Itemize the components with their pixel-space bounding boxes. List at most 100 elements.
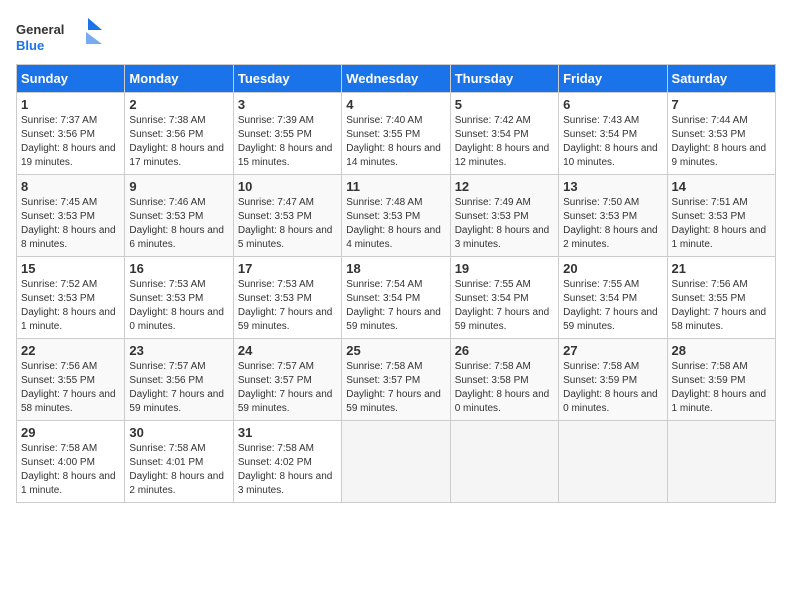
day-info: Sunrise: 7:58 AMSunset: 4:02 PMDaylight:…: [238, 442, 337, 498]
day-info: Sunrise: 7:57 AMSunset: 3:56 PMDaylight:…: [129, 360, 228, 416]
calendar-cell: 25 Sunrise: 7:58 AMSunset: 3:57 PMDayligh…: [342, 339, 450, 421]
svg-text:Blue: Blue: [16, 38, 44, 53]
day-info: Sunrise: 7:55 AMSunset: 3:54 PMDaylight:…: [563, 278, 662, 334]
day-number: 23: [129, 343, 228, 358]
day-number: 6: [563, 97, 662, 112]
day-number: 22: [21, 343, 120, 358]
day-header-sunday: Sunday: [17, 65, 125, 93]
day-number: 1: [21, 97, 120, 112]
day-info: Sunrise: 7:55 AMSunset: 3:54 PMDaylight:…: [455, 278, 554, 334]
day-info: Sunrise: 7:44 AMSunset: 3:53 PMDaylight:…: [672, 114, 771, 170]
day-info: Sunrise: 7:40 AMSunset: 3:55 PMDaylight:…: [346, 114, 445, 170]
calendar-cell: 28Sunrise: 7:58 AMSunset: 3:59 PMDayligh…: [667, 339, 775, 421]
day-info: Sunrise: 7:51 AMSunset: 3:53 PMDaylight:…: [672, 196, 771, 252]
calendar-week-row: 29Sunrise: 7:58 AMSunset: 4:00 PMDayligh…: [17, 421, 776, 503]
day-info: Sunrise: 7:53 AMSunset: 3:53 PMDaylight:…: [238, 278, 337, 334]
day-number: 3: [238, 97, 337, 112]
calendar-cell: 31 Sunrise: 7:58 AMSunset: 4:02 PMDayligh…: [233, 421, 341, 503]
day-info: Sunrise: 7:43 AMSunset: 3:54 PMDaylight:…: [563, 114, 662, 170]
calendar-cell: 5 Sunrise: 7:42 AMSunset: 3:54 PMDaylight…: [450, 93, 558, 175]
day-info: Sunrise: 7:49 AMSunset: 3:53 PMDaylight:…: [455, 196, 554, 252]
day-info: Sunrise: 7:58 AMSunset: 3:59 PMDaylight:…: [672, 360, 771, 416]
day-number: 25: [346, 343, 445, 358]
calendar-cell: 23 Sunrise: 7:57 AMSunset: 3:56 PMDayligh…: [125, 339, 233, 421]
day-info: Sunrise: 7:48 AMSunset: 3:53 PMDaylight:…: [346, 196, 445, 252]
day-info: Sunrise: 7:54 AMSunset: 3:54 PMDaylight:…: [346, 278, 445, 334]
calendar-cell: 3 Sunrise: 7:39 AMSunset: 3:55 PMDaylight…: [233, 93, 341, 175]
day-number: 30: [129, 425, 228, 440]
calendar-cell: 19 Sunrise: 7:55 AMSunset: 3:54 PMDayligh…: [450, 257, 558, 339]
calendar-week-row: 15 Sunrise: 7:52 AMSunset: 3:53 PMDayligh…: [17, 257, 776, 339]
calendar-cell: [342, 421, 450, 503]
day-number: 21: [672, 261, 771, 276]
day-number: 12: [455, 179, 554, 194]
calendar-cell: 12 Sunrise: 7:49 AMSunset: 3:53 PMDayligh…: [450, 175, 558, 257]
calendar-cell: 29Sunrise: 7:58 AMSunset: 4:00 PMDayligh…: [17, 421, 125, 503]
day-number: 14: [672, 179, 771, 194]
calendar-cell: [559, 421, 667, 503]
day-info: Sunrise: 7:52 AMSunset: 3:53 PMDaylight:…: [21, 278, 120, 334]
day-info: Sunrise: 7:53 AMSunset: 3:53 PMDaylight:…: [129, 278, 228, 334]
calendar-cell: 11 Sunrise: 7:48 AMSunset: 3:53 PMDayligh…: [342, 175, 450, 257]
day-number: 15: [21, 261, 120, 276]
day-number: 2: [129, 97, 228, 112]
calendar-cell: 14 Sunrise: 7:51 AMSunset: 3:53 PMDayligh…: [667, 175, 775, 257]
day-header-thursday: Thursday: [450, 65, 558, 93]
day-number: 29: [21, 425, 120, 440]
calendar-cell: 15 Sunrise: 7:52 AMSunset: 3:53 PMDayligh…: [17, 257, 125, 339]
calendar-cell: 9Sunrise: 7:46 AMSunset: 3:53 PMDaylight…: [125, 175, 233, 257]
day-info: Sunrise: 7:58 AMSunset: 3:58 PMDaylight:…: [455, 360, 554, 416]
day-number: 19: [455, 261, 554, 276]
calendar-week-row: 1 Sunrise: 7:37 AMSunset: 3:56 PMDaylight…: [17, 93, 776, 175]
day-number: 10: [238, 179, 337, 194]
calendar-week-row: 8Sunrise: 7:45 AMSunset: 3:53 PMDaylight…: [17, 175, 776, 257]
calendar-header-row: SundayMondayTuesdayWednesdayThursdayFrid…: [17, 65, 776, 93]
calendar-cell: [667, 421, 775, 503]
day-info: Sunrise: 7:39 AMSunset: 3:55 PMDaylight:…: [238, 114, 337, 170]
calendar-cell: 20Sunrise: 7:55 AMSunset: 3:54 PMDayligh…: [559, 257, 667, 339]
day-header-tuesday: Tuesday: [233, 65, 341, 93]
day-info: Sunrise: 7:45 AMSunset: 3:53 PMDaylight:…: [21, 196, 120, 252]
calendar-cell: 2 Sunrise: 7:38 AMSunset: 3:56 PMDaylight…: [125, 93, 233, 175]
calendar-cell: 1 Sunrise: 7:37 AMSunset: 3:56 PMDaylight…: [17, 93, 125, 175]
day-number: 18: [346, 261, 445, 276]
logo: General Blue: [16, 16, 106, 56]
day-info: Sunrise: 7:46 AMSunset: 3:53 PMDaylight:…: [129, 196, 228, 252]
calendar-cell: 17 Sunrise: 7:53 AMSunset: 3:53 PMDayligh…: [233, 257, 341, 339]
calendar-cell: 8Sunrise: 7:45 AMSunset: 3:53 PMDaylight…: [17, 175, 125, 257]
calendar-cell: 13 Sunrise: 7:50 AMSunset: 3:53 PMDayligh…: [559, 175, 667, 257]
calendar-cell: 21 Sunrise: 7:56 AMSunset: 3:55 PMDayligh…: [667, 257, 775, 339]
day-info: Sunrise: 7:37 AMSunset: 3:56 PMDaylight:…: [21, 114, 120, 170]
day-info: Sunrise: 7:58 AMSunset: 4:01 PMDaylight:…: [129, 442, 228, 498]
page-header: General Blue: [16, 16, 776, 56]
day-info: Sunrise: 7:47 AMSunset: 3:53 PMDaylight:…: [238, 196, 337, 252]
day-number: 5: [455, 97, 554, 112]
day-number: 13: [563, 179, 662, 194]
calendar-cell: 10 Sunrise: 7:47 AMSunset: 3:53 PMDayligh…: [233, 175, 341, 257]
calendar-cell: 26Sunrise: 7:58 AMSunset: 3:58 PMDayligh…: [450, 339, 558, 421]
day-header-friday: Friday: [559, 65, 667, 93]
day-number: 4: [346, 97, 445, 112]
day-number: 7: [672, 97, 771, 112]
day-header-monday: Monday: [125, 65, 233, 93]
calendar-cell: 7 Sunrise: 7:44 AMSunset: 3:53 PMDaylight…: [667, 93, 775, 175]
day-number: 11: [346, 179, 445, 194]
day-info: Sunrise: 7:50 AMSunset: 3:53 PMDaylight:…: [563, 196, 662, 252]
calendar-cell: 16 Sunrise: 7:53 AMSunset: 3:53 PMDayligh…: [125, 257, 233, 339]
calendar-cell: 27 Sunrise: 7:58 AMSunset: 3:59 PMDayligh…: [559, 339, 667, 421]
calendar-cell: 6 Sunrise: 7:43 AMSunset: 3:54 PMDaylight…: [559, 93, 667, 175]
day-number: 17: [238, 261, 337, 276]
calendar-cell: 4 Sunrise: 7:40 AMSunset: 3:55 PMDaylight…: [342, 93, 450, 175]
day-info: Sunrise: 7:38 AMSunset: 3:56 PMDaylight:…: [129, 114, 228, 170]
day-info: Sunrise: 7:57 AMSunset: 3:57 PMDaylight:…: [238, 360, 337, 416]
day-number: 27: [563, 343, 662, 358]
day-info: Sunrise: 7:58 AMSunset: 3:59 PMDaylight:…: [563, 360, 662, 416]
day-info: Sunrise: 7:56 AMSunset: 3:55 PMDaylight:…: [672, 278, 771, 334]
day-info: Sunrise: 7:42 AMSunset: 3:54 PMDaylight:…: [455, 114, 554, 170]
day-number: 31: [238, 425, 337, 440]
day-info: Sunrise: 7:58 AMSunset: 3:57 PMDaylight:…: [346, 360, 445, 416]
day-number: 16: [129, 261, 228, 276]
day-header-wednesday: Wednesday: [342, 65, 450, 93]
calendar-cell: [450, 421, 558, 503]
svg-text:General: General: [16, 22, 64, 37]
